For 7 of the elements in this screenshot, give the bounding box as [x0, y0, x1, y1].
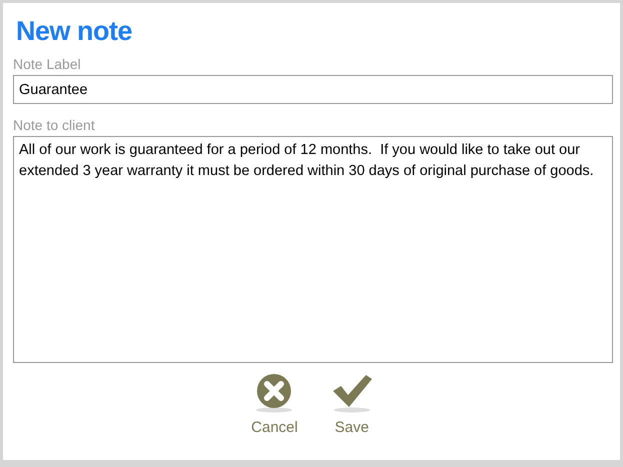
dialog-title: New note [16, 15, 134, 47]
save-button[interactable]: Save [330, 373, 374, 436]
field-label: Note Label [13, 55, 82, 73]
note-textarea[interactable]: All of our work is guaranteed for a period of 12 months. If you would like to take out our extended 3 year warranty it must be ordered within 30 days of original purchase of goods. [13, 136, 613, 363]
field-label: Note to client [13, 116, 96, 134]
label-input[interactable]: Guarantee [13, 75, 613, 104]
cancel-button[interactable]: Cancel [251, 373, 298, 436]
